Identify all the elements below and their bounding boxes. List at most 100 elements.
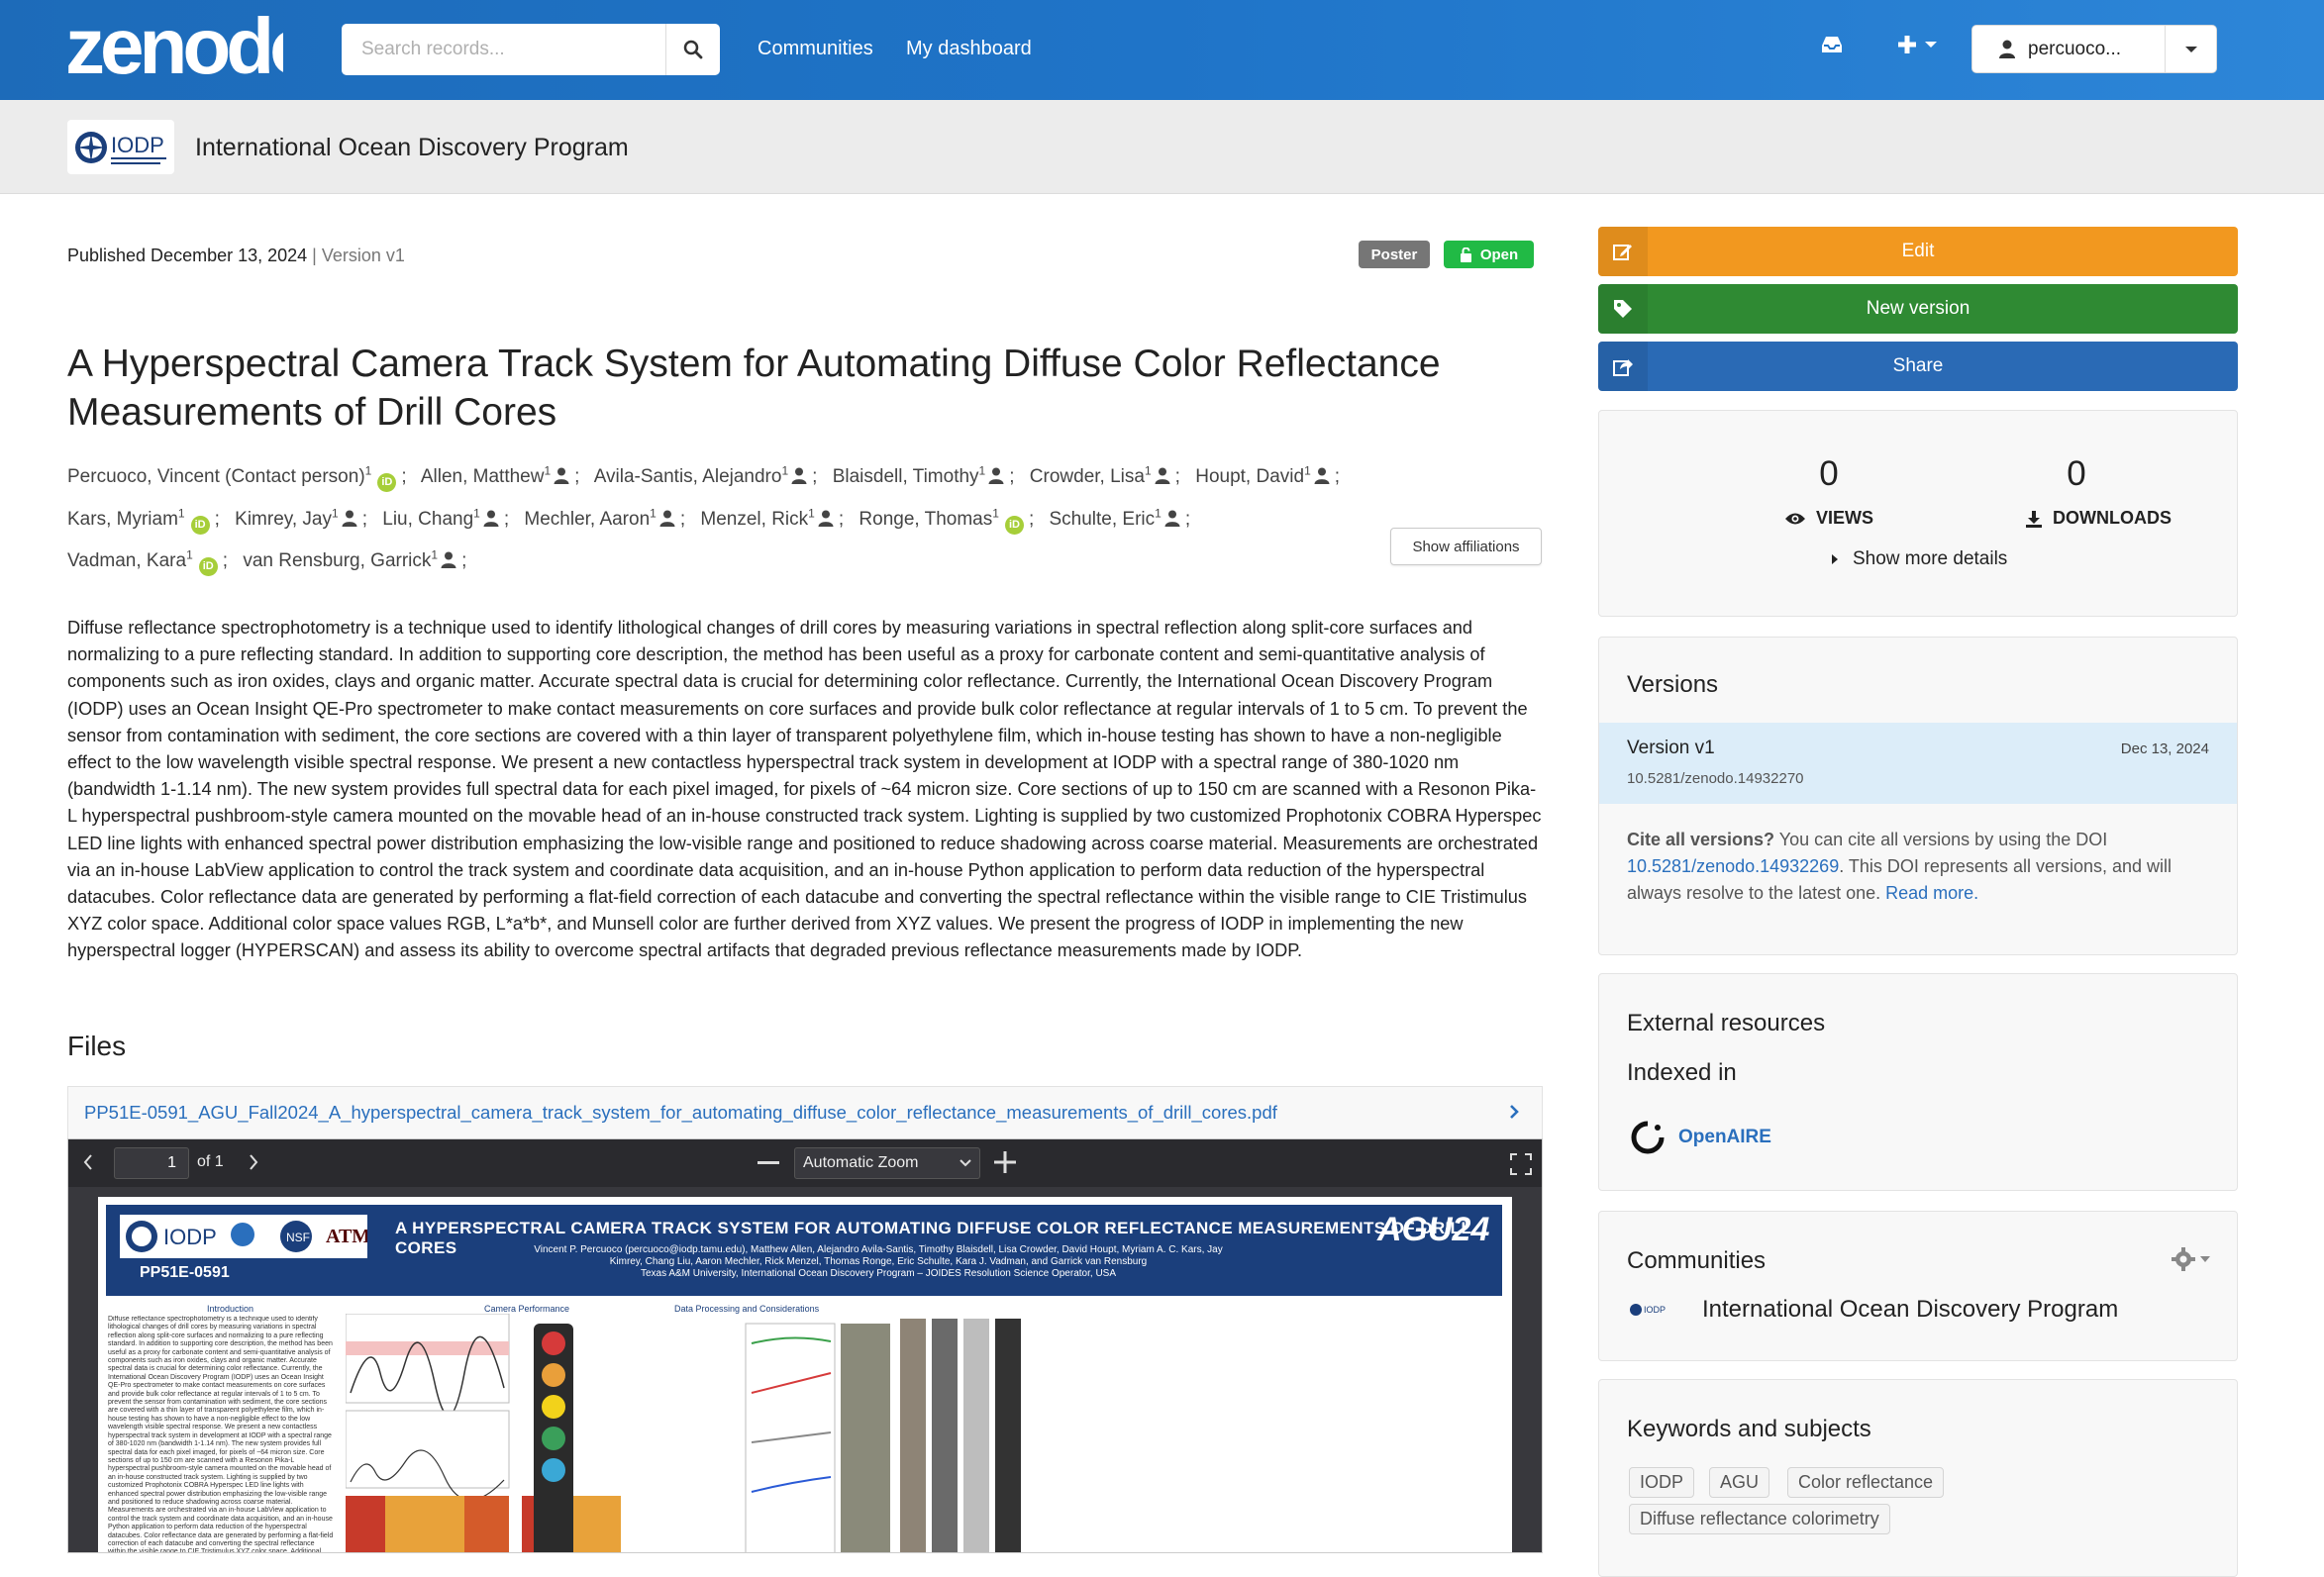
- page-number-input[interactable]: 1: [114, 1147, 189, 1179]
- share-button[interactable]: Share: [1598, 342, 2238, 391]
- zoom-select[interactable]: Automatic Zoom: [794, 1147, 980, 1179]
- affiliation-number: 1: [1304, 464, 1311, 478]
- creator-name[interactable]: van Rensburg, Garrick: [243, 550, 431, 571]
- file-preview-header[interactable]: PP51E-0591_AGU_Fall2024_A_hyperspectral_…: [67, 1086, 1543, 1138]
- caret-right-icon: [1832, 554, 1838, 564]
- creator-separator: ;: [812, 466, 818, 488]
- creator-item[interactable]: Vadman, Kara1 iD;: [67, 548, 238, 576]
- creator-name[interactable]: Schulte, Eric: [1050, 509, 1156, 530]
- show-affiliations-button[interactable]: Show affiliations: [1390, 528, 1542, 565]
- creator-name[interactable]: Mechler, Aaron: [524, 509, 650, 530]
- person-icon: [1164, 510, 1180, 527]
- page-count: of 1: [197, 1153, 224, 1170]
- nav-communities[interactable]: Communities: [758, 38, 873, 60]
- pdf-viewer[interactable]: 1 of 1 Automatic Zoom IODP NSF ATM PP51E…: [67, 1138, 1543, 1553]
- affiliation-number: 1: [431, 547, 439, 562]
- user-menu-toggle[interactable]: [2165, 26, 2216, 72]
- community-header: IODP International Ocean Discovery Progr…: [0, 100, 2324, 194]
- user-icon: [1999, 40, 2015, 58]
- chevron-right-icon[interactable]: [1508, 1103, 1520, 1121]
- orcid-icon[interactable]: iD: [377, 473, 397, 493]
- new-version-button[interactable]: New version: [1598, 284, 2238, 334]
- creator-name[interactable]: Avila-Santis, Alejandro: [594, 466, 782, 487]
- orcid-icon[interactable]: iD: [1004, 515, 1024, 535]
- creator-name[interactable]: Allen, Matthew: [421, 466, 545, 487]
- creator-name[interactable]: Crowder, Lisa: [1030, 466, 1145, 487]
- chevron-down-icon: [960, 1159, 971, 1167]
- community-settings[interactable]: [2172, 1247, 2211, 1271]
- read-more-link[interactable]: Read more.: [1885, 883, 1978, 903]
- concept-doi-link[interactable]: 10.5281/zenodo.14932269: [1627, 856, 1839, 876]
- keyword-tag[interactable]: IODP: [1629, 1467, 1695, 1498]
- creator-name[interactable]: Ronge, Thomas: [859, 509, 992, 530]
- creator-item[interactable]: Percuoco, Vincent (Contact person)1 iD;: [67, 464, 417, 493]
- creator-name[interactable]: Percuoco, Vincent (Contact person): [67, 466, 365, 487]
- creator-item[interactable]: Kars, Myriam1 iD;: [67, 506, 230, 535]
- creator-item[interactable]: Kimrey, Jay1;: [235, 506, 377, 530]
- creator-item[interactable]: Avila-Santis, Alejandro1;: [594, 464, 828, 488]
- communities-panel: Communities IODP International Ocean Dis…: [1598, 1211, 2238, 1361]
- top-navbar: zenodo Communities My dashboard percuoco…: [0, 0, 2324, 100]
- zoom-in-icon[interactable]: [994, 1151, 1016, 1173]
- creator-name[interactable]: Blaisdell, Timothy: [833, 466, 979, 487]
- creator-item[interactable]: Schulte, Eric1;: [1050, 506, 1201, 530]
- edit-button[interactable]: Edit: [1598, 227, 2238, 276]
- creator-name[interactable]: Kars, Myriam: [67, 509, 178, 530]
- download-icon: [2026, 510, 2042, 528]
- community-title[interactable]: International Ocean Discovery Program: [195, 134, 629, 162]
- record-title: A Hyperspectral Camera Track System for …: [67, 343, 1441, 434]
- poster-header: IODP NSF ATM PP51E-0591 A HYPERSPECTRAL …: [106, 1205, 1502, 1296]
- previous-page-icon[interactable]: [82, 1153, 94, 1171]
- caret-down-icon: [1925, 42, 1937, 48]
- next-page-icon[interactable]: [248, 1153, 259, 1171]
- svg-text:zenodo: zenodo: [65, 8, 283, 87]
- creator-name[interactable]: Kimrey, Jay: [235, 509, 332, 530]
- affiliation-number: 1: [473, 506, 480, 521]
- creator-item[interactable]: Allen, Matthew1;: [421, 464, 590, 487]
- creator-separator: ;: [461, 549, 467, 571]
- creator-item[interactable]: Menzel, Rick1;: [700, 506, 854, 530]
- version-name[interactable]: Version v1: [1627, 738, 1715, 759]
- keywords-heading: Keywords and subjects: [1627, 1416, 1871, 1442]
- show-more-details[interactable]: Show more details: [1831, 548, 2007, 570]
- nav-my-dashboard[interactable]: My dashboard: [906, 38, 1032, 60]
- community-item[interactable]: IODP International Ocean Discovery Progr…: [1629, 1296, 2118, 1324]
- creator-item[interactable]: Mechler, Aaron1;: [524, 506, 695, 530]
- search-input[interactable]: [342, 24, 665, 75]
- quick-create-button[interactable]: [1896, 34, 1938, 55]
- inbox-icon[interactable]: [1820, 34, 1844, 55]
- creator-separator: ;: [401, 466, 407, 488]
- keyword-tag[interactable]: Color reflectance: [1787, 1467, 1945, 1498]
- creator-name[interactable]: Vadman, Kara: [67, 550, 186, 571]
- zenodo-logo[interactable]: zenodo: [65, 8, 283, 87]
- keyword-tag[interactable]: AGU: [1709, 1467, 1770, 1498]
- orcid-icon[interactable]: iD: [198, 556, 218, 576]
- person-icon: [988, 467, 1004, 485]
- keyword-tag[interactable]: Diffuse reflectance colorimetry: [1629, 1504, 1890, 1534]
- creator-item[interactable]: Houpt, David1;: [1195, 464, 1350, 487]
- fullscreen-icon[interactable]: [1510, 1153, 1532, 1175]
- zoom-out-icon[interactable]: [758, 1161, 779, 1165]
- creator-name[interactable]: Liu, Chang: [382, 509, 473, 530]
- creator-item[interactable]: van Rensburg, Garrick1;: [243, 547, 476, 571]
- version-row[interactable]: [1599, 723, 2237, 804]
- version-doi: 10.5281/zenodo.14932270: [1627, 770, 1804, 787]
- creator-name[interactable]: Houpt, David: [1195, 466, 1304, 487]
- search-button[interactable]: [665, 24, 720, 75]
- openaire-link[interactable]: OpenAIRE: [1631, 1121, 1771, 1154]
- creator-item[interactable]: Ronge, Thomas1 iD;: [859, 506, 1044, 535]
- record-description: Diffuse reflectance spectrophotometry is…: [67, 618, 1542, 961]
- file-link[interactable]: PP51E-0591_AGU_Fall2024_A_hyperspectral_…: [84, 1102, 1277, 1124]
- orcid-icon[interactable]: iD: [190, 515, 210, 535]
- user-menu[interactable]: percuoco...: [1971, 25, 2217, 73]
- creator-item[interactable]: Crowder, Lisa1;: [1030, 464, 1190, 487]
- poster-authors: Vincent P. Percuoco (percuoco@iodp.tamu.…: [534, 1244, 1223, 1279]
- creator-name[interactable]: Menzel, Rick: [700, 509, 808, 530]
- creator-item[interactable]: Blaisdell, Timothy1;: [833, 464, 1025, 487]
- community-logo[interactable]: IODP: [67, 120, 174, 174]
- affiliation-number: 1: [781, 464, 789, 478]
- person-icon: [659, 510, 675, 527]
- creator-item[interactable]: Liu, Chang1;: [382, 506, 519, 530]
- creator-separator: ;: [503, 508, 510, 530]
- person-icon: [1155, 467, 1170, 485]
